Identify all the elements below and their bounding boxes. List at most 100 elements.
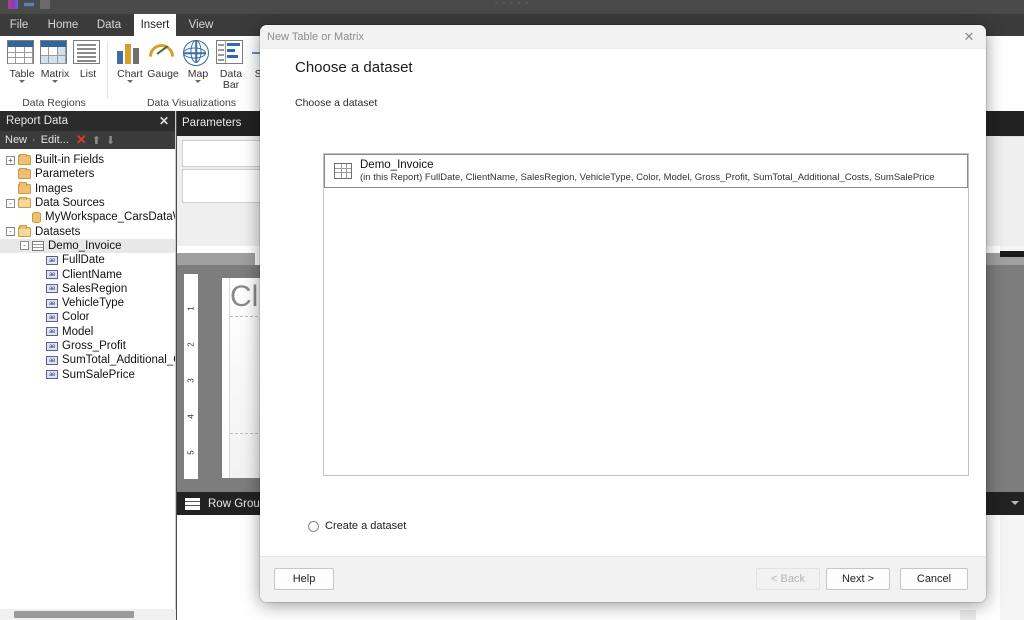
data-bar-icon xyxy=(216,40,246,68)
tab-view[interactable]: View xyxy=(180,14,222,36)
expander-placeholder xyxy=(34,284,43,293)
move-up-icon[interactable]: ⬆ xyxy=(92,134,101,147)
folder-open-icon xyxy=(18,225,31,237)
folder-icon xyxy=(18,182,31,194)
field-icon: ae xyxy=(46,298,58,308)
tree-node[interactable]: ae SumSalePrice xyxy=(0,367,175,381)
tree-node[interactable]: Images xyxy=(0,182,175,196)
tree-node[interactable]: + Built-in Fields xyxy=(0,153,175,167)
expander-toggle[interactable]: - xyxy=(6,227,15,237)
tree-node[interactable]: ae Color xyxy=(0,310,175,324)
expander-toggle[interactable]: - xyxy=(6,198,15,208)
ribbon-group-data-regions-label: Data Regions xyxy=(22,97,86,109)
tree-node[interactable]: ae Gross_Profit xyxy=(0,339,175,353)
scrollbar-thumb[interactable] xyxy=(14,611,134,618)
datasource-icon xyxy=(32,211,41,223)
tree-node-label: SumSalePrice xyxy=(62,368,135,381)
dataset-icon xyxy=(334,163,352,179)
chevron-down-icon[interactable] xyxy=(19,80,25,83)
tree-node[interactable]: - Demo_Invoice xyxy=(0,238,175,254)
back-button: < Back xyxy=(756,568,820,590)
tab-file[interactable]: File xyxy=(4,14,34,36)
expander-placeholder xyxy=(34,370,43,379)
expander-toggle[interactable]: + xyxy=(6,155,15,165)
tree-node[interactable]: MyWorkspace_CarsDataWarehouse xyxy=(0,210,175,224)
field-icon: ae xyxy=(46,355,58,365)
tab-home[interactable]: Home xyxy=(40,14,86,36)
strip-block xyxy=(1000,136,1024,246)
dialog-heading: Choose a dataset xyxy=(295,59,413,76)
toolbar-separator: · xyxy=(32,134,36,146)
create-a-dataset-radio[interactable]: Create a dataset xyxy=(308,520,406,532)
ribbon-group-data-visualizations: Chart Gauge Map Data Bar Data Visualizat… xyxy=(109,36,274,111)
tree-node-label: Demo_Invoice xyxy=(48,239,122,252)
tree-node[interactable]: - Data Sources xyxy=(0,196,175,210)
vruler-tick-1: 1 xyxy=(186,306,196,311)
tree-node-label: Parameters xyxy=(35,168,95,181)
page-left-margin xyxy=(222,278,230,478)
window-title-text: • • • • • xyxy=(494,0,530,8)
vertical-ruler: 1 2 3 4 5 xyxy=(184,274,198,479)
chevron-down-icon[interactable] xyxy=(1011,501,1019,505)
help-button[interactable]: Help xyxy=(274,568,334,590)
report-data-tree: + Built-in Fields Parameters Images - Data So… xyxy=(0,149,175,382)
folder-open-icon xyxy=(18,196,31,209)
chevron-down-icon[interactable] xyxy=(195,80,201,83)
report-data-hscrollbar[interactable] xyxy=(0,609,176,620)
field-icon: ae xyxy=(46,284,58,294)
report-data-panel: Report Data ✕ New · Edit... ✕ ⬆ ⬇ + Built… xyxy=(0,111,176,620)
expander-placeholder xyxy=(6,170,15,179)
folder-icon xyxy=(18,167,31,180)
expander-placeholder xyxy=(34,313,43,322)
ribbon-group-data-regions: Table Matrix List Data Regions xyxy=(0,36,108,111)
chart-icon xyxy=(115,40,145,68)
tree-node[interactable]: - Datasets xyxy=(0,224,175,238)
new-button[interactable]: New xyxy=(5,134,27,146)
tree-node-label: Built-in Fields xyxy=(35,154,105,167)
tree-node[interactable]: ae FullDate xyxy=(0,253,175,267)
new-table-or-matrix-dialog: New Table or Matrix ✕ Choose a dataset C… xyxy=(260,25,986,602)
insert-gauge-button[interactable]: Gauge xyxy=(143,38,182,80)
tree-node-label: Datasets xyxy=(35,225,81,238)
tree-node[interactable]: ae Model xyxy=(0,325,175,339)
tree-node[interactable]: ae ClientName xyxy=(0,267,175,281)
tree-node-label: FullDate xyxy=(62,254,105,267)
field-icon: ae xyxy=(46,312,58,322)
next-button[interactable]: Next > xyxy=(826,568,890,590)
app-logo-icon xyxy=(8,0,18,9)
dataset-list[interactable]: Demo_Invoice (in this Report) FullDate, … xyxy=(323,153,969,476)
close-icon[interactable]: ✕ xyxy=(961,29,977,45)
edit-button[interactable]: Edit... xyxy=(41,134,69,146)
quick-access-toolbar[interactable] xyxy=(8,0,50,9)
close-icon[interactable]: ✕ xyxy=(159,111,169,131)
expander-toggle[interactable]: - xyxy=(20,241,29,251)
delete-icon[interactable]: ✕ xyxy=(76,132,87,148)
tree-node[interactable]: Parameters xyxy=(0,167,175,181)
insert-list-button[interactable]: List xyxy=(69,40,107,80)
tab-insert[interactable]: Insert xyxy=(134,14,176,36)
dataset-list-item[interactable]: Demo_Invoice (in this Report) FullDate, … xyxy=(324,154,968,188)
expander-placeholder xyxy=(34,342,43,351)
tree-node[interactable]: ae SumTotal_Additional_Costs xyxy=(0,353,175,367)
cancel-button[interactable]: Cancel xyxy=(900,568,968,590)
tab-data[interactable]: Data xyxy=(88,14,130,36)
dialog-footer: Help < Back Next > Cancel xyxy=(260,556,986,602)
move-down-icon[interactable]: ⬇ xyxy=(106,134,115,147)
tree-node-label: Data Sources xyxy=(35,197,105,210)
chevron-down-icon[interactable] xyxy=(127,80,133,83)
radio-icon[interactable] xyxy=(308,520,319,532)
chevron-down-icon[interactable] xyxy=(52,80,58,83)
expander-placeholder xyxy=(6,184,15,193)
list-icon xyxy=(73,40,103,68)
tree-node[interactable]: ae SalesRegion xyxy=(0,282,175,296)
table-icon xyxy=(7,40,37,68)
save-icon[interactable] xyxy=(24,2,34,7)
tree-node-label: Color xyxy=(62,311,90,324)
map-icon xyxy=(182,39,213,68)
undo-icon[interactable] xyxy=(40,0,50,9)
tree-node[interactable]: ae VehicleType xyxy=(0,296,175,310)
folder-icon xyxy=(18,153,31,166)
tree-node-label: Model xyxy=(62,325,94,338)
insert-list-label: List xyxy=(79,68,97,80)
tree-node-label: Images xyxy=(35,182,73,195)
